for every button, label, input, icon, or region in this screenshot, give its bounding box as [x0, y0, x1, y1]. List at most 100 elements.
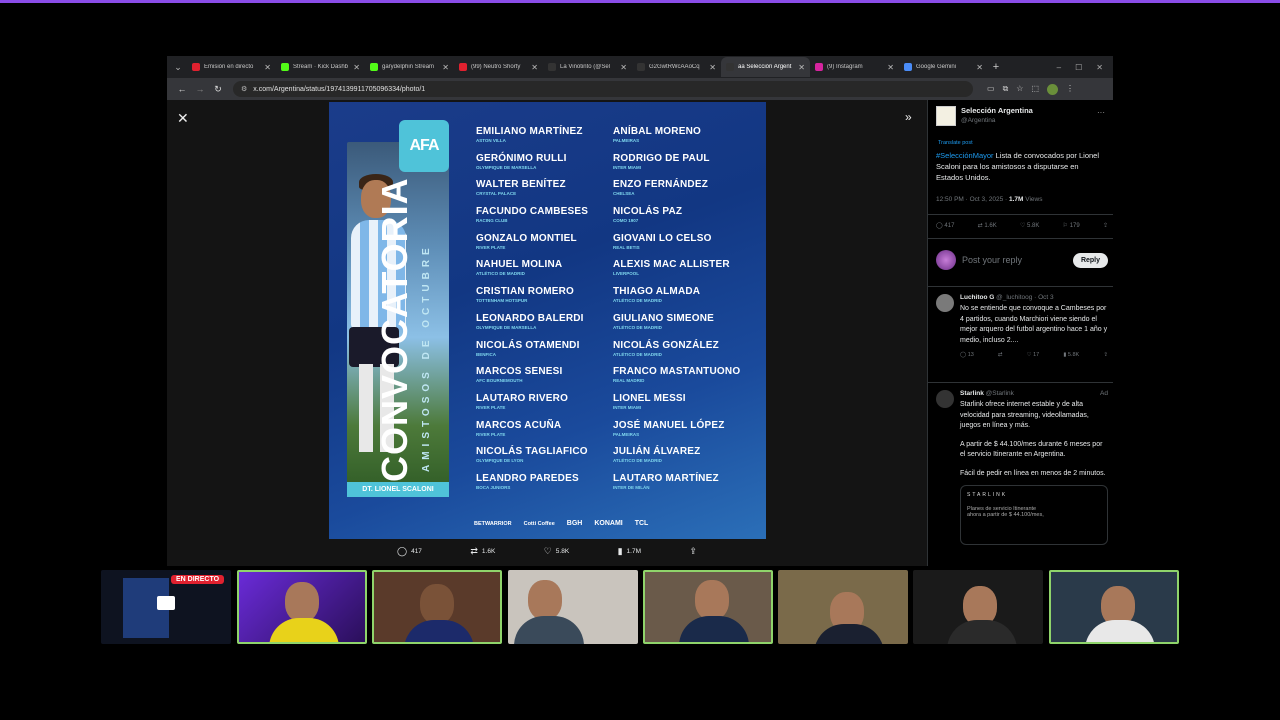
tab-close-icon[interactable]: ✕ [709, 63, 716, 72]
player-club: OLYMPIQUE DE LYON [476, 458, 524, 464]
reply-reply-stat[interactable]: ◯ 13 [960, 352, 974, 358]
reply-item[interactable]: Luchitoo G @_luchitoog · Oct 3 No se ent… [936, 294, 1108, 358]
share-action[interactable]: ⇪ [689, 546, 697, 557]
tab-close-icon[interactable]: ✕ [620, 63, 627, 72]
tab-close-icon[interactable]: ✕ [976, 63, 983, 72]
browser-tab[interactable]: Google Gemini ✕ [899, 57, 988, 77]
player-entry: LAUTARO MARTÍNEZ INTER DE MILÁN [613, 473, 763, 500]
new-tab-button[interactable]: + [988, 61, 1004, 73]
tab-close-icon[interactable]: ✕ [442, 63, 449, 72]
tab-close-icon[interactable]: ✕ [264, 63, 271, 72]
extensions-icon[interactable]: ⬚ [1031, 84, 1039, 95]
ad-name[interactable]: Starlink [960, 390, 984, 397]
like-stat-count: 5.8K [1027, 223, 1040, 229]
cast-icon[interactable]: ▭ [987, 84, 995, 95]
ad-card[interactable]: STARLINK Planes de servicio Itinerante a… [960, 485, 1108, 545]
post-author[interactable]: Selección Argentina @Argentina [936, 106, 1033, 126]
back-icon[interactable]: ← [173, 84, 191, 94]
tab-label: aa Selección Argent [738, 64, 792, 70]
close-window-icon[interactable]: ✕ [1096, 63, 1103, 72]
author-avatar[interactable] [936, 106, 956, 126]
url-input[interactable]: ⚙ x.com/Argentina/status/197413991170509… [233, 81, 973, 97]
user-avatar [936, 250, 956, 270]
post-time[interactable]: 12:50 PM · Oct 3, 2025 · [936, 196, 1009, 203]
player-name: JOSÉ MANUEL LÓPEZ [613, 419, 725, 431]
player-club: RIVER PLATE [476, 244, 506, 250]
bookmark-stat[interactable]: ⚐ 179 [1063, 222, 1080, 229]
reply-like-stat[interactable]: ♡ 17 [1027, 352, 1040, 358]
player-club: INTER MIAMI [613, 164, 641, 170]
tab-close-icon[interactable]: ✕ [887, 63, 894, 72]
ad-item[interactable]: Starlink @Starlink Ad Starlink ofrece in… [936, 390, 1108, 545]
reply-repost-stat[interactable]: ⇄ [998, 352, 1003, 358]
webcam-tile-5[interactable] [778, 570, 908, 644]
tab-close-icon[interactable]: ✕ [798, 63, 805, 72]
reply-reply-count: 13 [967, 352, 974, 358]
maximize-icon[interactable]: ☐ [1075, 63, 1082, 72]
forward-icon[interactable]: → [191, 84, 209, 94]
repost-action[interactable]: ⇄ 1.6K [470, 546, 495, 557]
player-name: NICOLÁS TAGLIAFICO [476, 446, 588, 458]
x-icon [548, 63, 556, 71]
player-name: MARCOS SENESI [476, 366, 563, 378]
sponsor-logo: BETWARRIOR [474, 520, 512, 527]
close-photo-icon[interactable]: ✕ [177, 110, 189, 127]
browser-tab[interactable]: aa Selección Argent ✕ [721, 57, 810, 77]
views-action[interactable]: ▮ 1.7M [618, 546, 641, 557]
bookmark-star-icon[interactable]: ☆ [1016, 84, 1023, 95]
reply-avatar[interactable] [936, 294, 954, 312]
repost-stat[interactable]: ⇄ 1.6K [978, 222, 997, 229]
translate-link[interactable]: Translate post [938, 140, 973, 146]
webcam-tile-2[interactable] [372, 570, 502, 644]
browser-tab[interactable]: Emisión en directo ✕ [187, 57, 276, 77]
ad-handle: @Starlink [983, 390, 1014, 397]
browser-tab[interactable]: Stream · Kick Dashb ✕ [276, 57, 365, 77]
reply-input[interactable]: Post your reply [962, 255, 1073, 265]
reply-button[interactable]: Reply [1072, 252, 1108, 268]
heart-icon: ♡ [543, 546, 552, 556]
browser-tab[interactable]: G2GwtRWcAAoCq ✕ [632, 57, 721, 77]
tab-close-icon[interactable]: ✕ [531, 63, 538, 72]
minimize-icon[interactable]: – [1057, 63, 1061, 72]
reply-views-count: 5.8K [1067, 352, 1080, 358]
translate-icon[interactable]: ⧉ [1003, 84, 1009, 95]
share-stat-icon[interactable]: ⇪ [1103, 222, 1108, 229]
browser-tab[interactable]: La Vinotinto (@Sel ✕ [543, 57, 632, 77]
like-stat[interactable]: ♡ 5.8K [1020, 222, 1039, 229]
reply-share-icon[interactable]: ⇪ [1103, 352, 1108, 358]
post-meta: 12:50 PM · Oct 3, 2025 · 1.7M Views [936, 196, 1042, 203]
webcam-tile-7[interactable] [1049, 570, 1179, 644]
tab-close-icon[interactable]: ✕ [353, 63, 360, 72]
more-options-icon[interactable]: ··· [1097, 108, 1105, 117]
reply-stat[interactable]: ◯ 417 [936, 222, 954, 229]
screen-share-tile[interactable]: EN DIRECTO [101, 570, 231, 644]
youtube-icon [192, 63, 200, 71]
reply-text: No se entiende que convoque a Cambeses p… [960, 305, 1108, 344]
player-club: ATLÉTICO DE MADRID [613, 351, 662, 357]
profile-avatar[interactable] [1047, 83, 1059, 95]
views-count: 1.7M [626, 548, 641, 555]
tab-search-icon[interactable]: ⌄ [169, 58, 187, 76]
site-info-icon[interactable]: ⚙ [241, 85, 247, 93]
starlink-avatar[interactable] [936, 390, 954, 408]
webcam-tile-1[interactable] [237, 570, 367, 644]
ad-text-3: Fácil de pedir en línea en menos de 2 mi… [960, 469, 1106, 477]
webcam-tile-3[interactable] [508, 570, 638, 644]
like-action[interactable]: ♡ 5.8K [544, 546, 569, 557]
collapse-panel-icon[interactable]: » [905, 110, 912, 124]
reply-name[interactable]: Luchitoo G [960, 294, 994, 301]
reply-views-stat[interactable]: ▮ 5.8K [1063, 352, 1079, 358]
menu-icon[interactable]: ⋮ [1066, 84, 1074, 95]
webcam-tile-4[interactable] [643, 570, 773, 644]
webcam-tile-6[interactable] [913, 570, 1043, 644]
tab-label: (9) Instagram [827, 64, 863, 70]
reply-action[interactable]: ◯ 417 [397, 546, 422, 557]
browser-tab[interactable]: (9) Instagram ✕ [810, 57, 899, 77]
player-entry: EMILIANO MARTÍNEZ ASTON VILLA [476, 126, 626, 153]
browser-tab[interactable]: (99) Neutro Shorty ✕ [454, 57, 543, 77]
post-views-count: 1.7M [1008, 196, 1024, 203]
browser-tab[interactable]: garydelphin Stream ✕ [365, 57, 454, 77]
reload-icon[interactable]: ↻ [209, 84, 227, 95]
hashtag-link[interactable]: #SelecciónMayor [936, 151, 994, 160]
youtube-icon [459, 63, 467, 71]
